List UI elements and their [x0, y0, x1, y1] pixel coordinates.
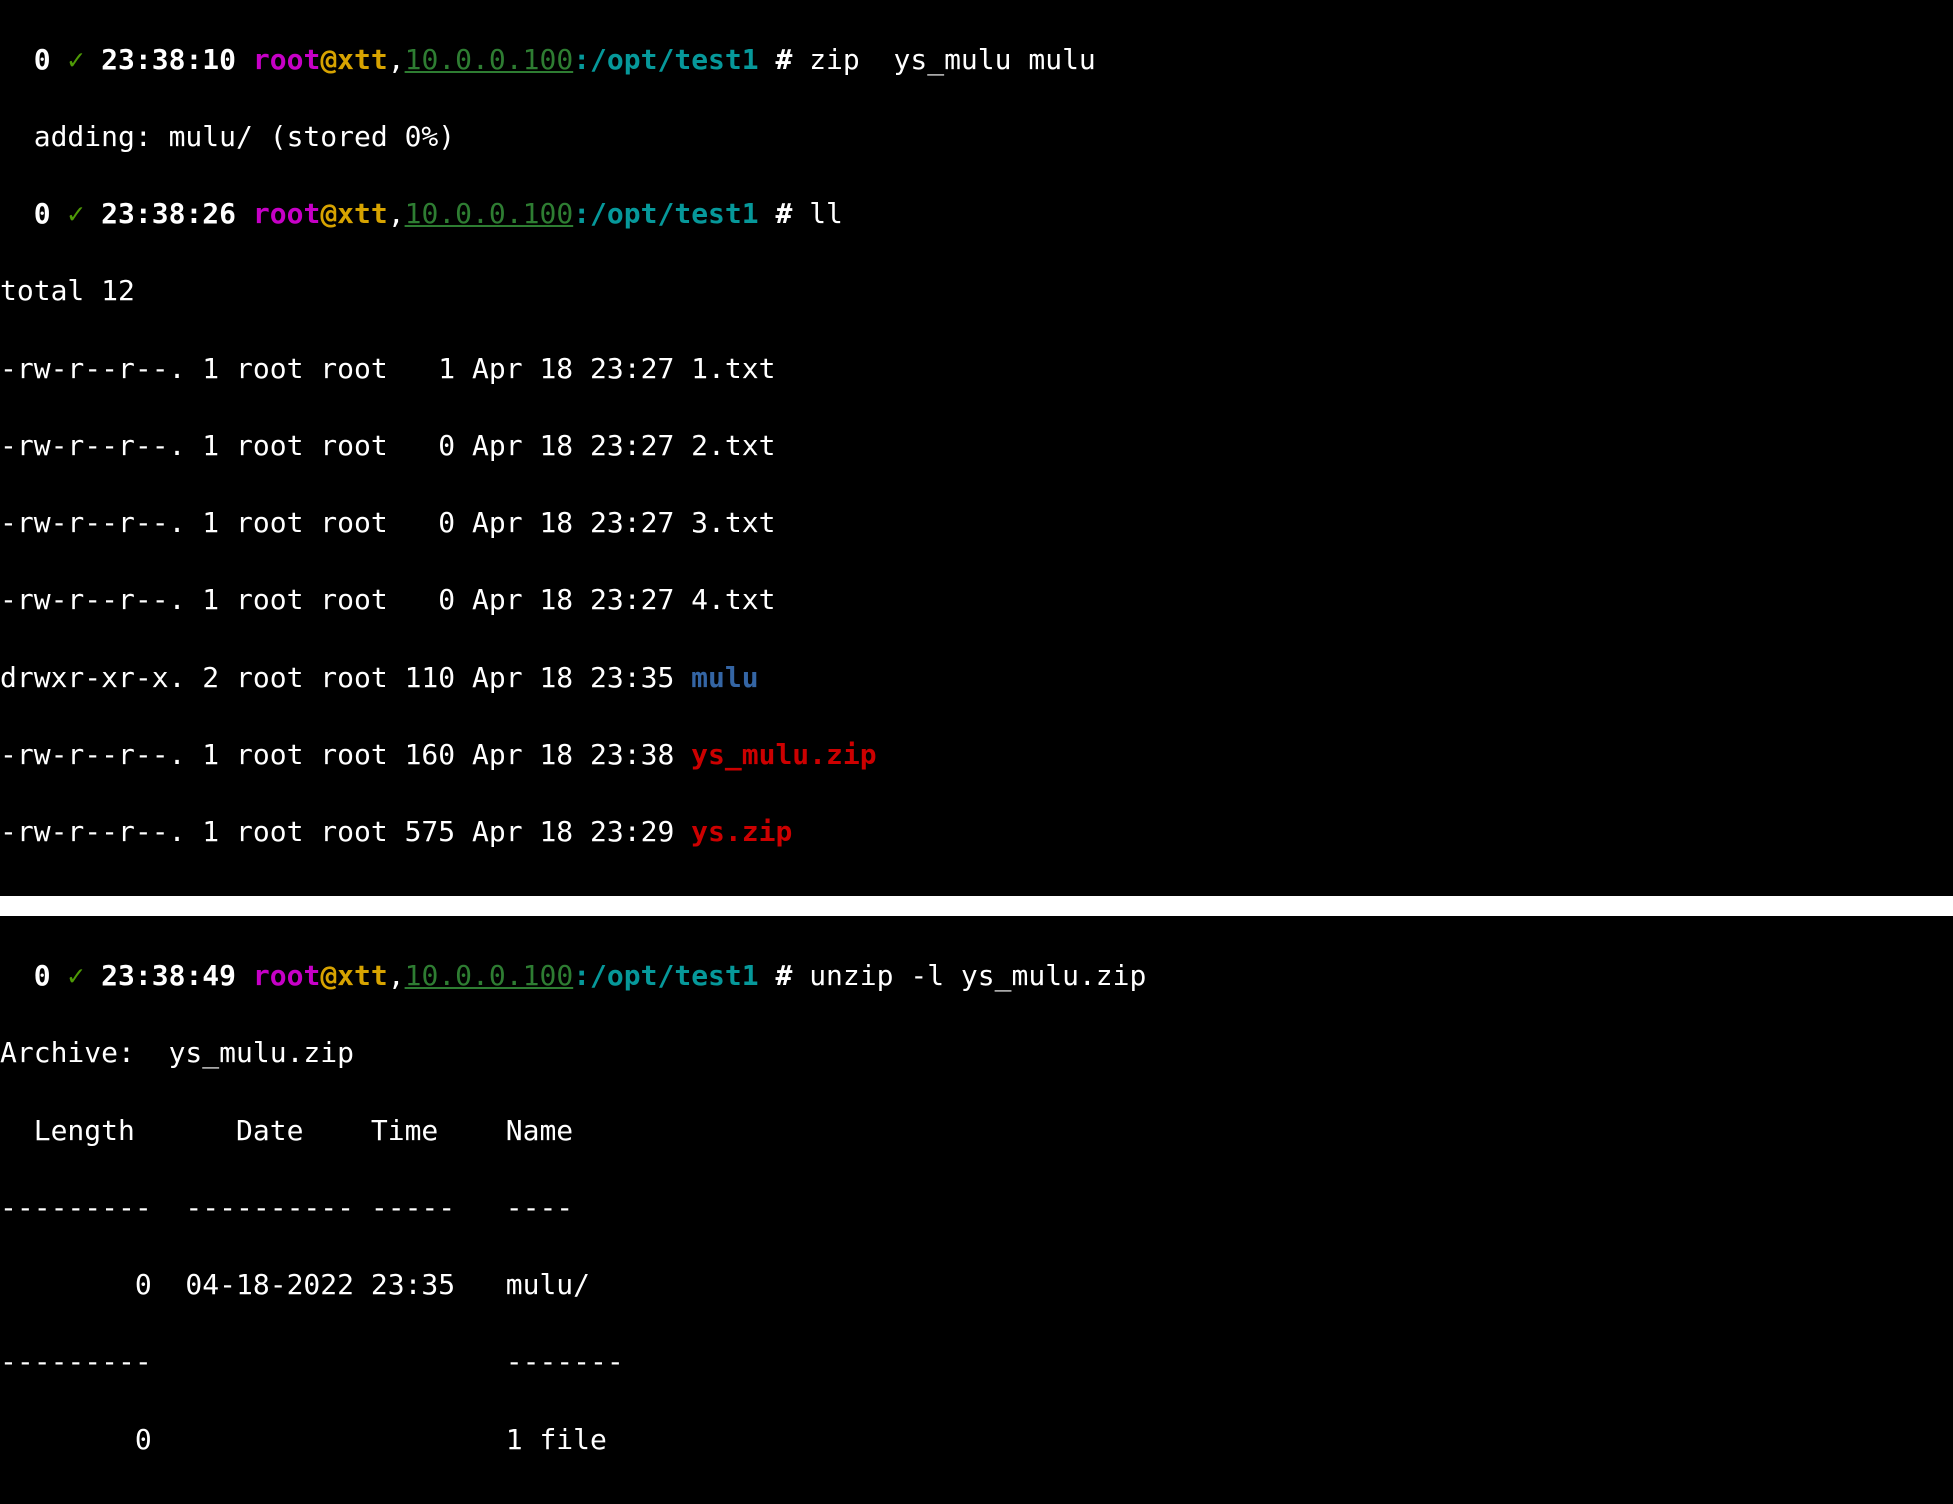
check-icon: ✓: [67, 197, 84, 230]
ll-meta: -rw-r--r--. 1 root root 1 Apr 18 23:27: [0, 352, 691, 385]
command-text: zip ys_mulu mulu: [809, 43, 1096, 76]
user: root: [253, 197, 320, 230]
unzip-archive: Archive: ys_mulu.zip: [0, 1034, 1953, 1073]
ll-name: 2.txt: [691, 429, 775, 462]
ip: 10.0.0.100: [405, 959, 574, 992]
time: 23:38:26: [101, 197, 236, 230]
ll-row: -rw-r--r--. 1 root root 0 Apr 18 23:27 2…: [0, 427, 1953, 466]
terminal-block-2[interactable]: 0 ✓ 23:38:49 root@xtt,10.0.0.100:/opt/te…: [0, 916, 1953, 1503]
comma: ,: [388, 43, 405, 76]
comma: ,: [388, 197, 405, 230]
colon: :: [573, 197, 590, 230]
unzip-rule: --------- ---------- ----- ----: [0, 1189, 1953, 1228]
user: root: [253, 959, 320, 992]
ip: 10.0.0.100: [405, 197, 574, 230]
hash: #: [759, 197, 810, 230]
user: root: [253, 43, 320, 76]
exit-code: 0: [34, 197, 51, 230]
time: 23:38:10: [101, 43, 236, 76]
ll-row: -rw-r--r--. 1 root root 575 Apr 18 23:29…: [0, 813, 1953, 852]
prompt-line-1[interactable]: 0 ✓ 23:38:10 root@xtt,10.0.0.100:/opt/te…: [0, 41, 1953, 80]
time: 23:38:49: [101, 959, 236, 992]
ll-name: mulu: [691, 661, 758, 694]
ll-name: ys.zip: [691, 815, 792, 848]
hash: #: [759, 959, 810, 992]
terminal-block-1[interactable]: 0 ✓ 23:38:10 root@xtt,10.0.0.100:/opt/te…: [0, 0, 1953, 896]
ll-row: -rw-r--r--. 1 root root 160 Apr 18 23:38…: [0, 736, 1953, 775]
ll-meta: -rw-r--r--. 1 root root 0 Apr 18 23:27: [0, 583, 691, 616]
path: /opt/test1: [590, 197, 759, 230]
ll-row: -rw-r--r--. 1 root root 0 Apr 18 23:27 4…: [0, 581, 1953, 620]
command-text: ll: [809, 197, 843, 230]
ll-name: 1.txt: [691, 352, 775, 385]
prompt-line-2[interactable]: 0 ✓ 23:38:26 root@xtt,10.0.0.100:/opt/te…: [0, 195, 1953, 234]
check-icon: ✓: [67, 43, 84, 76]
path: /opt/test1: [590, 43, 759, 76]
hash: #: [759, 43, 810, 76]
ll-meta: -rw-r--r--. 1 root root 0 Apr 18 23:27: [0, 506, 691, 539]
prompt-line-3[interactable]: 0 ✓ 23:38:49 root@xtt,10.0.0.100:/opt/te…: [0, 957, 1953, 996]
ll-total: total 12: [0, 272, 1953, 311]
ip: 10.0.0.100: [405, 43, 574, 76]
ll-meta: -rw-r--r--. 1 root root 0 Apr 18 23:27: [0, 429, 691, 462]
check-icon: ✓: [67, 959, 84, 992]
at: @: [320, 197, 337, 230]
ll-name: 4.txt: [691, 583, 775, 616]
colon: :: [573, 43, 590, 76]
unzip-rule: --------- -------: [0, 1343, 1953, 1382]
host: xtt: [337, 43, 388, 76]
at: @: [320, 959, 337, 992]
ll-row: drwxr-xr-x. 2 root root 110 Apr 18 23:35…: [0, 659, 1953, 698]
ll-meta: drwxr-xr-x. 2 root root 110 Apr 18 23:35: [0, 661, 691, 694]
exit-code: 0: [34, 43, 51, 76]
host: xtt: [337, 197, 388, 230]
ll-name: ys_mulu.zip: [691, 738, 876, 771]
exit-code: 0: [34, 959, 51, 992]
host: xtt: [337, 959, 388, 992]
unzip-header: Length Date Time Name: [0, 1112, 1953, 1151]
comma: ,: [388, 959, 405, 992]
output-line: adding: mulu/ (stored 0%): [0, 118, 1953, 157]
ll-row: -rw-r--r--. 1 root root 1 Apr 18 23:27 1…: [0, 350, 1953, 389]
block-separator: [0, 896, 1953, 916]
ll-meta: -rw-r--r--. 1 root root 575 Apr 18 23:29: [0, 815, 691, 848]
ll-name: 3.txt: [691, 506, 775, 539]
path: /opt/test1: [590, 959, 759, 992]
colon: :: [573, 959, 590, 992]
at: @: [320, 43, 337, 76]
unzip-footer: 0 1 file: [0, 1421, 1953, 1460]
ll-row: -rw-r--r--. 1 root root 0 Apr 18 23:27 3…: [0, 504, 1953, 543]
unzip-row: 0 04-18-2022 23:35 mulu/: [0, 1266, 1953, 1305]
command-text: unzip -l ys_mulu.zip: [809, 959, 1146, 992]
ll-meta: -rw-r--r--. 1 root root 160 Apr 18 23:38: [0, 738, 691, 771]
